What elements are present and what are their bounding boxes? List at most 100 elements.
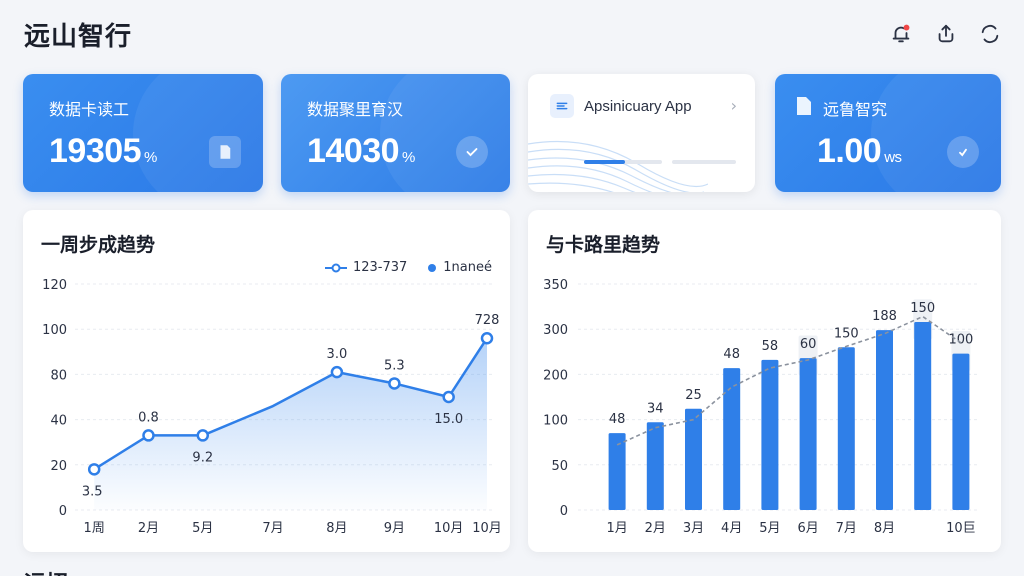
bar xyxy=(837,347,855,510)
y-tick-label: 40 xyxy=(50,414,67,429)
document-icon xyxy=(209,136,241,168)
point-label: 3.0 xyxy=(327,347,348,362)
bell-icon xyxy=(892,24,910,43)
bar-chart: 0 50 100 200 300 350 48 34 25 48 58 60 150 188 150 100 1… xyxy=(543,278,980,536)
data-point xyxy=(442,390,455,404)
bar-label: 48 xyxy=(723,347,740,362)
y-tick-label: 20 xyxy=(50,459,67,474)
bar-label: 100 xyxy=(948,333,973,348)
trend-line xyxy=(616,315,962,446)
stat-card-1[interactable]: 数据卡读工 19305% xyxy=(23,74,263,192)
y-tick-label: 50 xyxy=(551,459,568,474)
app-card[interactable]: Apsinicuary App › xyxy=(528,74,755,192)
point-label: 0.8 xyxy=(138,410,159,425)
bar xyxy=(685,408,702,510)
stat-card-number: 19305 xyxy=(49,132,142,170)
x-tick-label: 8月 xyxy=(874,521,895,536)
point-label: 9.2 xyxy=(192,450,213,465)
stat-card-unit: ws xyxy=(884,149,902,166)
bar-label: 34 xyxy=(647,401,664,416)
bar xyxy=(723,368,741,510)
refresh-icon xyxy=(981,25,999,43)
stat-card-value: 1.00 ws xyxy=(817,132,902,171)
stat-card-unit: % xyxy=(402,149,415,166)
stat-card-number: 14030 xyxy=(307,132,400,170)
notifications-button[interactable] xyxy=(887,20,915,48)
bar-label: 60 xyxy=(800,337,817,352)
stat-card-value: 14030% xyxy=(307,132,415,171)
check-icon xyxy=(947,136,979,168)
stat-card-2[interactable]: 数据聚里育汉 14030% xyxy=(281,74,510,192)
stat-card-label: 远鲁智究 xyxy=(823,100,888,119)
x-tick-label: 3月 xyxy=(683,521,704,536)
share-icon xyxy=(938,24,954,43)
fingerprint-pattern xyxy=(528,140,708,192)
x-tick-label: 10巨 xyxy=(946,521,976,536)
bar xyxy=(914,321,932,510)
y-tick-label: 120 xyxy=(42,278,67,293)
bar xyxy=(876,330,893,510)
section-heading: 运招 xyxy=(24,566,68,576)
x-tick-label: 6月 xyxy=(797,521,818,536)
x-tick-label: 5月 xyxy=(192,521,213,536)
point-label: 15.0 xyxy=(434,412,463,427)
bar xyxy=(799,358,817,510)
app-progress-fill xyxy=(584,160,625,164)
x-tick-label: 7月 xyxy=(262,521,283,536)
x-tick-label: 4月 xyxy=(721,521,742,536)
app-header: 远山智行 xyxy=(0,0,1024,64)
data-point xyxy=(480,331,494,345)
point-label: 728 xyxy=(475,313,500,328)
stat-card-unit: % xyxy=(144,149,157,166)
chevron-right-icon[interactable]: › xyxy=(731,96,737,115)
refresh-button[interactable] xyxy=(976,20,1004,48)
x-tick-label: 7月 xyxy=(836,521,857,536)
data-point xyxy=(196,429,210,442)
bar-label: 25 xyxy=(685,388,702,403)
y-tick-label: 100 xyxy=(42,323,67,338)
stat-card-value: 19305% xyxy=(49,132,157,171)
app-name: Apsinicuary App xyxy=(584,97,692,115)
bar-chart-panel: 与卡路里趋势 0 50 100 200 300 350 48 34 25 48 58 60 150 188… xyxy=(528,210,1001,552)
menu-lines-icon xyxy=(550,94,574,118)
y-tick-label: 350 xyxy=(543,278,568,293)
x-tick-label: 9月 xyxy=(384,521,405,536)
point-label: 5.3 xyxy=(384,358,405,373)
stat-card-label: 数据卡读工 xyxy=(49,100,130,119)
share-button[interactable] xyxy=(932,20,960,48)
data-point xyxy=(330,365,344,379)
check-icon xyxy=(456,136,488,168)
line-chart: 0 20 40 80 100 120 3.5 1周 0.8 2月 9.2 5月 7月 3.0 8月 5.3 9月… xyxy=(42,278,502,536)
y-tick-label: 80 xyxy=(50,368,67,383)
app-progress-bar xyxy=(584,160,662,164)
line-chart-panel: 一周步成趋势 123-737 1naneé 0 20 40 80 100 120 3.5 1周… xyxy=(23,210,510,552)
bar-label: 188 xyxy=(872,309,897,324)
notification-badge xyxy=(903,24,910,31)
x-tick-label: 2月 xyxy=(645,521,666,536)
x-tick-label: 8月 xyxy=(326,521,347,536)
y-tick-label: 100 xyxy=(543,414,568,429)
data-point xyxy=(87,463,101,476)
x-tick-label: 1周 xyxy=(84,521,105,536)
bar xyxy=(761,359,779,510)
x-tick-label: 10月 xyxy=(472,521,502,536)
x-tick-label: 1月 xyxy=(606,521,627,536)
bar-label: 58 xyxy=(762,339,779,354)
stat-card-4[interactable]: 远鲁智究 1.00 ws xyxy=(775,74,1001,192)
bar xyxy=(646,422,664,510)
app-progress-secondary xyxy=(672,160,736,164)
x-tick-label: 2月 xyxy=(138,521,159,536)
stat-card-number: 1.00 xyxy=(817,132,882,170)
bar xyxy=(952,353,970,510)
y-tick-label: 200 xyxy=(543,368,568,383)
app-title: 远山智行 xyxy=(24,22,133,52)
x-tick-label: 10月 xyxy=(434,521,464,536)
bar-label: 150 xyxy=(834,326,859,341)
x-tick-label: 5月 xyxy=(759,521,780,536)
data-point xyxy=(142,429,155,442)
stat-card-label: 数据聚里育汉 xyxy=(307,100,404,119)
data-point xyxy=(388,377,401,390)
y-tick-label: 0 xyxy=(560,504,568,519)
bar-label: 48 xyxy=(609,412,626,427)
y-tick-label: 0 xyxy=(59,504,67,519)
